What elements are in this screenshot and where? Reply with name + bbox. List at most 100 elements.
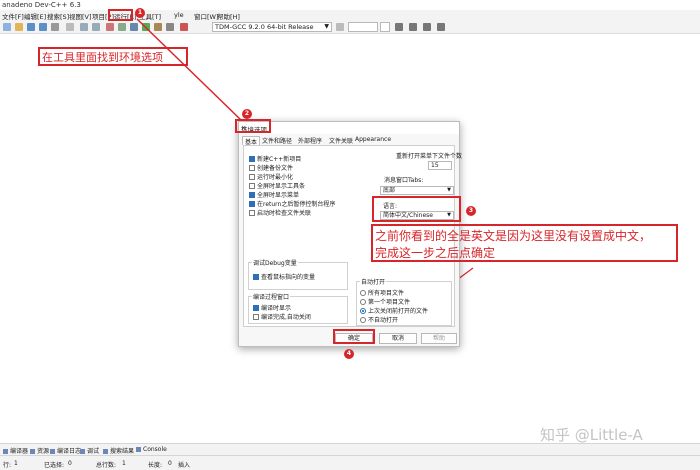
debug-group-title: 调试Debug变量 — [252, 258, 298, 267]
cancel-button[interactable]: 取消 — [379, 333, 417, 344]
tab-external[interactable]: 外部程序 — [296, 136, 324, 145]
option-label: 所有项目文件 — [368, 290, 405, 297]
option-label: 创建备份文件 — [257, 165, 294, 172]
option-row[interactable]: 上次关闭前打开的文件 — [360, 306, 428, 315]
selected-label: 已选择: — [44, 462, 65, 469]
option-label: 编译完成,自动关闭 — [261, 314, 311, 321]
compile-log-icon — [50, 449, 55, 454]
badge-4: 4 — [344, 349, 354, 359]
chevron-down-icon: ▼ — [447, 187, 451, 193]
compiler-icon — [3, 449, 8, 454]
watermark: 知乎 @Little-A — [540, 426, 643, 444]
close-icon[interactable]: ✕ — [241, 124, 455, 132]
debug-tab-icon — [80, 449, 85, 454]
option-row[interactable]: 在return之后暂停控制台程序 — [249, 199, 335, 208]
middle-note-line2: 完成这一步之后点确定 — [375, 246, 496, 260]
checkbox[interactable] — [253, 274, 259, 280]
auto-open-group: 自动打开 所有项目文件 第一个项目文件 上次关闭前打开的文件 不自动打开 — [356, 277, 452, 326]
selected-value: 0 — [68, 460, 72, 467]
option-label: 全屏时显示工具条 — [257, 183, 306, 190]
help-button[interactable]: 帮助 — [421, 333, 457, 344]
row-value: 1 — [14, 460, 18, 467]
option-row[interactable]: 所有项目文件 — [360, 288, 404, 297]
dialog-title-bar: 环境选项 ✕ — [239, 122, 459, 134]
badge-3: 3 — [466, 206, 476, 216]
checkbox[interactable] — [249, 183, 255, 189]
length-value: 0 — [168, 460, 172, 467]
tab-association[interactable]: 文件关联 — [327, 136, 355, 145]
dialog-title-highlight — [235, 119, 271, 133]
tab-console[interactable]: Console — [136, 446, 167, 453]
resources-icon — [30, 449, 35, 454]
console-icon — [136, 447, 141, 452]
reopen-count-spinner[interactable]: 15 — [428, 161, 452, 170]
total-label: 总行数: — [96, 462, 117, 469]
tab-basic[interactable]: 基本 — [242, 136, 261, 146]
reopen-count-value: 15 — [431, 162, 439, 169]
auto-open-group-title: 自动打开 — [360, 277, 387, 286]
tab-files-paths[interactable]: 文件和路径 — [260, 136, 294, 145]
option-row[interactable]: 创建备份文件 — [249, 163, 293, 172]
option-row[interactable]: 第一个项目文件 — [360, 297, 410, 306]
option-row[interactable]: 编译时显示 — [253, 303, 291, 312]
option-row[interactable]: 运行时最小化 — [249, 172, 293, 181]
tab-label: 编译日志 — [57, 448, 82, 455]
bottom-tabs: 编译器 资源 编译日志 调试 搜索结果 Console — [0, 443, 700, 455]
radio[interactable] — [360, 290, 366, 296]
compile-progress-group: 编译过程窗口 编译时显示 编译完成,自动关闭 — [248, 292, 348, 324]
option-row[interactable]: 全屏时显示菜单 — [249, 190, 299, 199]
option-label: 第一个项目文件 — [368, 299, 411, 306]
checkbox[interactable] — [249, 165, 255, 171]
compile-group-title: 编译过程窗口 — [252, 292, 291, 301]
message-tabs-value: 底部 — [383, 187, 396, 194]
option-row[interactable]: 查看鼠标指向的变量 — [253, 272, 315, 281]
checkbox[interactable] — [249, 192, 255, 198]
ok-button-highlight — [333, 329, 375, 344]
option-label: 上次关闭前打开的文件 — [368, 308, 429, 315]
checkbox[interactable] — [253, 314, 259, 320]
radio[interactable] — [360, 308, 366, 314]
option-row[interactable]: 全屏时显示工具条 — [249, 181, 305, 190]
option-label: 新建C++新项目 — [257, 156, 302, 163]
middle-note-line1: 之前你看到的全是英文是因为这里没有设置成中文， — [375, 229, 652, 243]
tab-label: 调试 — [87, 448, 100, 455]
tab-label: 编译器 — [10, 448, 29, 455]
debug-group: 调试Debug变量 查看鼠标指向的变量 — [248, 258, 348, 290]
option-label: 编译时显示 — [261, 305, 292, 312]
total-value: 1 — [122, 460, 126, 467]
radio[interactable] — [360, 299, 366, 305]
option-row[interactable]: 新建C++新项目 — [249, 154, 301, 163]
checkbox[interactable] — [249, 210, 255, 216]
insert-mode: 插入 — [178, 462, 191, 469]
option-label: 不自动打开 — [368, 317, 399, 324]
reopen-count-label: 重新打开菜单下文件个数 — [396, 153, 463, 160]
checkbox[interactable] — [249, 201, 255, 207]
tab-appearance[interactable]: Appearance — [353, 136, 393, 145]
radio[interactable] — [360, 317, 366, 323]
tab-resources[interactable]: 资源 — [30, 446, 49, 455]
option-label: 查看鼠标指向的变量 — [261, 274, 316, 281]
option-row[interactable]: 不自动打开 — [360, 315, 398, 324]
checkbox[interactable] — [253, 305, 259, 311]
tab-debug[interactable]: 调试 — [80, 446, 99, 455]
option-row[interactable]: 启动时检查文件关联 — [249, 208, 311, 217]
tab-compile-log[interactable]: 编译日志 — [50, 446, 81, 455]
length-label: 长度: — [148, 462, 163, 469]
tab-label: 资源 — [37, 448, 50, 455]
status-bar: 行: 1 已选择: 0 总行数: 1 长度: 0 插入 — [0, 455, 700, 470]
badge-2: 2 — [242, 109, 252, 119]
message-tabs-label: 消息窗口Tabs: — [384, 177, 424, 184]
tab-label: 搜索结果 — [110, 448, 135, 455]
arrow-tools-to-dialog — [136, 18, 242, 121]
option-row[interactable]: 编译完成,自动关闭 — [253, 312, 311, 321]
option-label: 运行时最小化 — [257, 174, 294, 181]
tab-search-results[interactable]: 搜索结果 — [103, 446, 134, 455]
checkbox[interactable] — [249, 156, 255, 162]
row-label: 行: — [3, 462, 12, 469]
tab-compiler[interactable]: 编译器 — [3, 446, 28, 455]
option-label: 启动时检查文件关联 — [257, 210, 312, 217]
checkbox[interactable] — [249, 174, 255, 180]
message-tabs-select[interactable]: 底部 ▼ — [380, 186, 454, 195]
option-label: 在return之后暂停控制台程序 — [257, 201, 336, 208]
tab-label: Console — [143, 446, 167, 453]
